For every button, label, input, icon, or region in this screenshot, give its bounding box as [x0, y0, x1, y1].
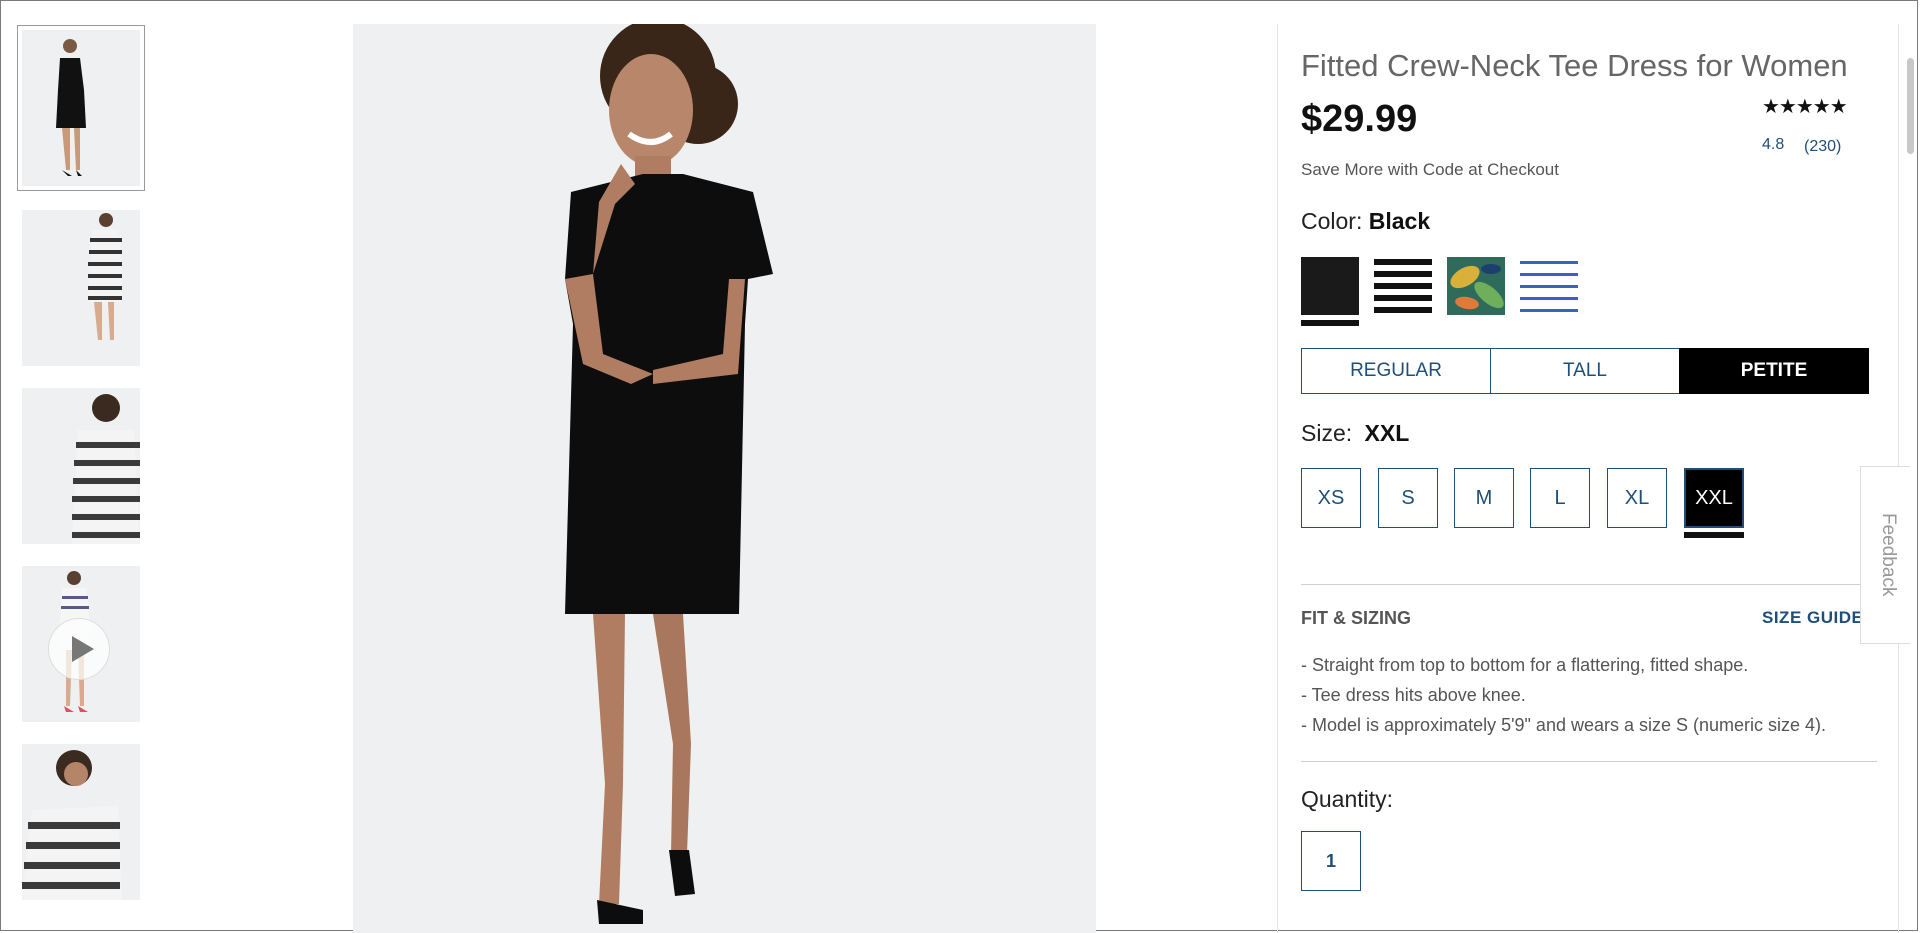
selected-swatch-indicator	[1301, 320, 1359, 326]
play-icon[interactable]	[48, 618, 110, 680]
rating-stars-icon[interactable]: ★★★★★	[1762, 94, 1858, 119]
divider	[1301, 761, 1877, 762]
color-label: Color: Black	[1301, 208, 1430, 235]
fit-regular-button[interactable]: REGULAR	[1301, 348, 1491, 394]
review-count-link[interactable]: (230)	[1804, 138, 1841, 156]
size-s-button[interactable]: S	[1378, 468, 1438, 528]
thumb-stripe-dress-side	[22, 388, 140, 544]
rating-value[interactable]: 4.8	[1762, 136, 1784, 154]
quantity-selector[interactable]: 1	[1301, 831, 1361, 891]
fit-tall-button[interactable]: TALL	[1490, 348, 1680, 394]
color-swatch-blue-stripe[interactable]	[1520, 257, 1578, 315]
selected-size-indicator	[1684, 532, 1744, 538]
thumb-black-dress-front	[22, 30, 140, 186]
thumb-stripe-dress-closeup	[22, 744, 140, 900]
feedback-label: Feedback	[1878, 513, 1899, 597]
size-label-text: Size:	[1301, 420, 1353, 446]
color-swatch-black-stripe[interactable]	[1374, 257, 1432, 315]
quantity-label: Quantity:	[1301, 786, 1394, 812]
size-xxl-button[interactable]: XXL	[1684, 468, 1744, 528]
thumbnail-1[interactable]	[17, 25, 145, 191]
thumbnail-3[interactable]	[22, 388, 140, 544]
color-label-text: Color:	[1301, 208, 1363, 234]
thumbnail-5[interactable]	[22, 744, 140, 900]
fit-petite-button[interactable]: PETITE	[1679, 348, 1869, 394]
size-guide-link[interactable]: SIZE GUIDE	[1762, 608, 1860, 628]
product-price: $29.99	[1301, 98, 1418, 140]
size-selected-value: XXL	[1364, 420, 1410, 446]
swatch-tropical-icon	[1447, 257, 1505, 315]
fit-selector: REGULAR TALL PETITE	[1301, 348, 1869, 394]
swatch-black-icon	[1301, 257, 1359, 315]
fit-detail-item: Tee dress hits above knee.	[1301, 680, 1826, 710]
color-swatch-tropical[interactable]	[1447, 257, 1505, 315]
size-label: Size: XXL	[1301, 420, 1409, 447]
promo-text: Save More with Code at Checkout	[1301, 160, 1559, 179]
fit-detail-item: Straight from top to bottom for a flatte…	[1301, 650, 1826, 680]
divider	[1301, 584, 1877, 585]
color-swatch-black[interactable]	[1301, 257, 1359, 315]
scrollbar-thumb[interactable]	[1907, 58, 1914, 154]
model-in-black-dress	[353, 24, 1096, 933]
feedback-tab[interactable]: Feedback	[1860, 466, 1910, 644]
swatch-stripe-icon	[1374, 257, 1432, 315]
fit-details-list: Straight from top to bottom for a flatte…	[1301, 650, 1826, 740]
product-title: Fitted Crew-Neck Tee Dress for Women	[1301, 48, 1848, 83]
fit-sizing-heading: FIT & SIZING	[1301, 608, 1411, 628]
thumbnail-4-video[interactable]	[22, 566, 140, 722]
size-m-button[interactable]: M	[1454, 468, 1514, 528]
product-hero-image[interactable]	[353, 24, 1096, 933]
thumb-stripe-dress-back	[22, 210, 140, 366]
fit-detail-item: Model is approximately 5'9" and wears a …	[1301, 710, 1826, 740]
thumbnail-2[interactable]	[22, 210, 140, 366]
color-selected-value: Black	[1368, 208, 1431, 234]
swatch-blue-stripe-icon	[1520, 257, 1578, 315]
size-xl-button[interactable]: XL	[1607, 468, 1667, 528]
size-xs-button[interactable]: XS	[1301, 468, 1361, 528]
size-l-button[interactable]: L	[1530, 468, 1590, 528]
